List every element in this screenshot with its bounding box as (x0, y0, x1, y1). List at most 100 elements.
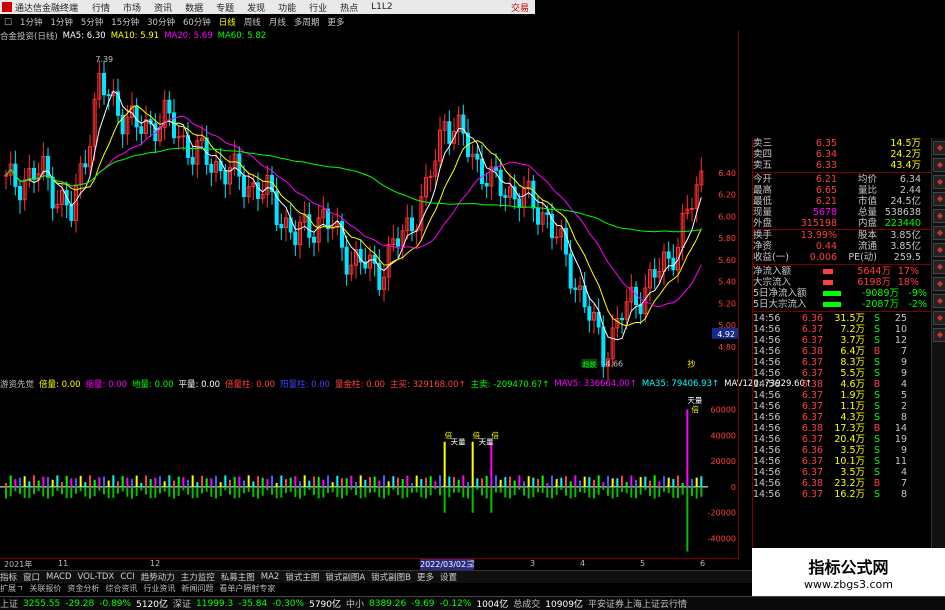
volume-bar-up (182, 477, 185, 487)
tick-time: 14:56 (753, 434, 781, 445)
candle-body (46, 155, 50, 178)
candle-body (279, 223, 284, 229)
tick-volume: 4.6万 (840, 379, 865, 390)
period-5min[interactable]: 5分钟 (81, 16, 103, 28)
indicator-tab[interactable]: CCI (120, 572, 134, 582)
ask-spacer (837, 149, 877, 160)
volume-bar-up (453, 477, 455, 487)
volume-bar-up (112, 475, 115, 487)
volume-bar-down (453, 486, 455, 493)
fundamental-row: 换手 13.99% 股本 3.85亿 (753, 230, 931, 241)
tool-button-icon[interactable]: ◆ (933, 260, 945, 274)
volume-bar-down (23, 486, 26, 498)
period-1min-a[interactable]: 1分钟 (20, 16, 42, 28)
menu-item-topics[interactable]: 专题 (216, 1, 234, 14)
volume-bar-down (457, 486, 460, 493)
volume-bar-down (14, 486, 17, 492)
volume-bar-up (490, 441, 493, 487)
tool-button-icon[interactable]: ◆ (933, 328, 945, 342)
fund-value: 13.99% (800, 230, 837, 241)
menu-item-news[interactable]: 资讯 (154, 1, 172, 14)
volume-bar-down (471, 486, 474, 513)
volume-bar-down (429, 486, 432, 496)
tool-button-icon[interactable]: ◆ (933, 192, 945, 206)
menu-item-market[interactable]: 市场 (123, 1, 141, 14)
period-1min-b[interactable]: 1分钟 (50, 16, 72, 28)
trade-button[interactable]: 交易 (511, 1, 529, 14)
candle-body (242, 175, 246, 198)
high-price-label: 7.39 (95, 55, 113, 64)
period-30min[interactable]: 30分钟 (147, 16, 175, 28)
status-item: -0.12% (439, 598, 472, 609)
fund-label: 现量 (753, 207, 773, 218)
fund-value: 2.44 (899, 185, 921, 196)
security-toggle-icon[interactable]: □ (4, 17, 12, 27)
extension-tab[interactable]: 关联报价 (29, 583, 61, 594)
menu-item-l1l2[interactable]: L1L2 (371, 2, 392, 12)
period-15min[interactable]: 15分钟 (111, 16, 139, 28)
volume-bar-down (509, 486, 511, 499)
volume-axis-label: 40000 (711, 431, 736, 440)
candle-body (134, 105, 139, 128)
tick-volume: 23.2万 (834, 478, 865, 489)
extension-tab[interactable]: 看单户隔射专家 (219, 583, 275, 594)
vol-legend-item: 倍量柱: 0.00 (225, 380, 276, 390)
tool-button-icon[interactable]: ◆ (933, 141, 945, 155)
period-weekly[interactable]: 周线 (244, 16, 261, 28)
menu-item-hotspot[interactable]: 热点 (340, 1, 358, 14)
tool-button-icon[interactable]: ◆ (933, 226, 945, 240)
price-axis (738, 30, 751, 560)
tick-price: 6.37 (801, 467, 823, 478)
extension-tab[interactable]: 行业资讯 (143, 583, 175, 594)
menu-item-data[interactable]: 数据 (185, 1, 203, 14)
volume-bar-down (5, 486, 7, 499)
menu-item-discover[interactable]: 发现 (247, 1, 265, 14)
tool-button-icon[interactable]: ◆ (933, 311, 945, 325)
tool-button-icon[interactable]: ◆ (933, 277, 945, 291)
extension-tab[interactable]: 综合资讯 (105, 583, 137, 594)
volume-bar-up (569, 481, 572, 487)
candle-body (503, 195, 508, 198)
tool-button-icon[interactable]: ◆ (933, 158, 945, 172)
candlestick-chart[interactable]: 6.406.206.005.805.605.405.205.004.804.92… (0, 42, 738, 380)
indicator-tab[interactable]: MACD (46, 572, 71, 582)
volume-bar-down (103, 486, 105, 495)
tool-button-icon[interactable]: ◆ (933, 209, 945, 223)
candle-body (209, 163, 214, 173)
extension-tab[interactable]: 扩展ㄱ (0, 583, 23, 594)
extension-tab[interactable]: 新闻问题 (181, 583, 213, 594)
volume-bar-up (359, 475, 362, 487)
tool-button-icon[interactable]: ◆ (933, 243, 945, 257)
period-60min[interactable]: 60分钟 (183, 16, 211, 28)
fundamental-row: 今开 6.21 均价 6.34 (753, 174, 931, 185)
indicator-tab[interactable]: VOL-TDX (78, 572, 115, 582)
fund-label: 股本 (857, 230, 877, 241)
period-more[interactable]: 更多 (327, 16, 344, 28)
volume-bar-down (499, 486, 502, 493)
volume-bar-down (196, 486, 199, 498)
volume-bar-down (579, 486, 581, 493)
date-label: 2021年 (4, 560, 33, 569)
menu-item-functions[interactable]: 功能 (278, 1, 296, 14)
tick-count: 9 (900, 357, 907, 368)
volume-bar-down (42, 486, 45, 497)
fund-label: 收益(一) (753, 252, 789, 263)
volume-bar-down (331, 486, 334, 493)
volume-chart[interactable]: 6000040000200000-20000-40000倍天量倍天量倍天量倍 (0, 390, 738, 558)
candle-body (69, 204, 74, 221)
extension-tab[interactable]: 资金分析 (67, 583, 99, 594)
fund-label: PE(动) (848, 252, 877, 263)
volume-bar-down (467, 486, 469, 499)
menu-item-industry[interactable]: 行业 (309, 1, 327, 14)
menu-item-quotes[interactable]: 行情 (92, 1, 110, 14)
indicator-tab[interactable]: MA2 (261, 572, 280, 582)
vol-legend-item: MAV5: 336664.00↑ (554, 379, 637, 389)
period-daily[interactable]: 日线 (219, 16, 236, 28)
volume-bar-up (299, 481, 301, 487)
period-monthly[interactable]: 月线 (269, 16, 286, 28)
volume-bar-down (462, 486, 465, 498)
period-multi[interactable]: 多周期 (294, 16, 320, 28)
tool-button-icon[interactable]: ◆ (933, 175, 945, 189)
tool-button-icon[interactable]: ◆ (933, 294, 945, 308)
volume-bar-down (649, 486, 651, 496)
